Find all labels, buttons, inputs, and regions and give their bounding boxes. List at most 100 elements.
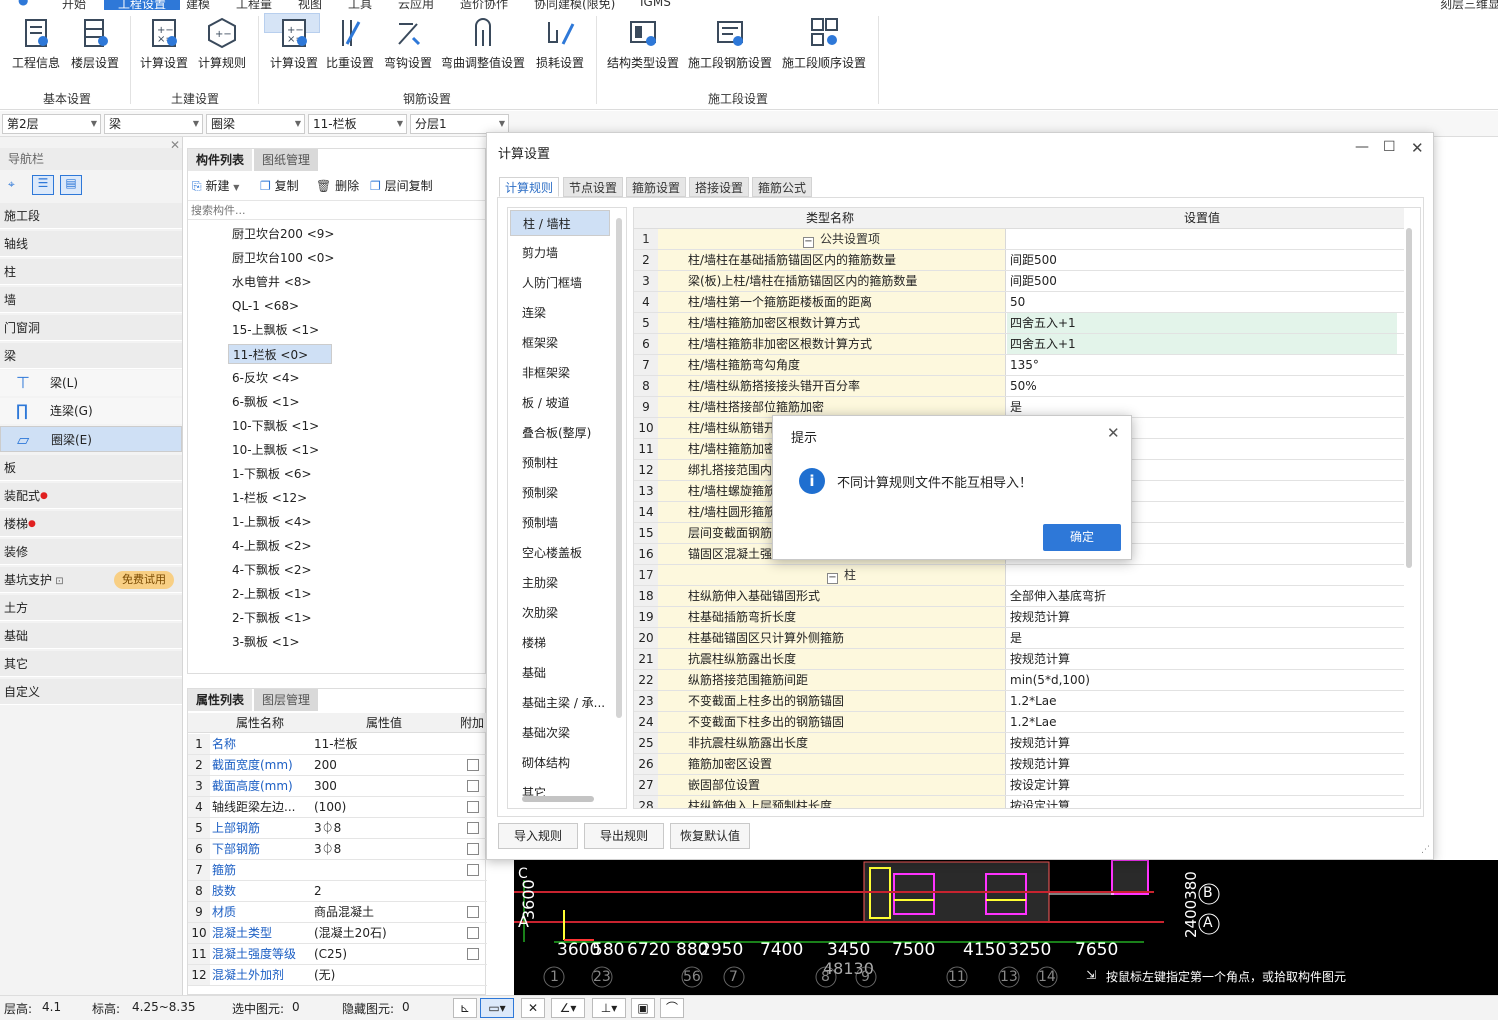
angle-icon[interactable]: ∠▾ [551, 998, 585, 1018]
project-info-button[interactable]: 工程信息 [8, 14, 64, 80]
arc-icon[interactable]: ⌒ [660, 998, 684, 1018]
table-row[interactable]: 4 轴线距梁左边... (100) [188, 797, 487, 818]
table-row[interactable]: 1− 公共设置项 [634, 229, 1404, 250]
table-row[interactable]: 5 上部钢筋 3⏀8 [188, 818, 487, 839]
loss-settings-button[interactable]: 损耗设置 [532, 14, 588, 80]
menu-project-settings[interactable]: 工程设置 [104, 0, 181, 10]
table-row[interactable]: 3 截面高度(mm) 300 [188, 776, 487, 797]
table-row[interactable]: 23 不变截面上柱多出的钢筋锚固 1.2*Lae [634, 691, 1404, 712]
new-button[interactable]: ⎘ 新建 ▼ [192, 177, 239, 194]
table-row[interactable]: 8 肢数 2 [188, 881, 487, 902]
snap-rect-icon[interactable]: ▭▾ [480, 998, 514, 1018]
detail-view-icon[interactable]: ▤ [60, 175, 82, 195]
table-row[interactable]: 8 柱/墙柱纵筋搭接接头错开百分率 50% [634, 376, 1404, 397]
nav-item-slab[interactable]: 板 [0, 455, 182, 481]
list-item[interactable]: 6-飘板 <1> [228, 392, 304, 412]
table-row[interactable]: 21 抗震柱纵筋露出长度 按规范计算 [634, 649, 1404, 670]
table-row[interactable]: 28 柱纵筋伸入上层预制柱长度 按设定计算 [634, 796, 1404, 808]
category-item[interactable]: 预制墙 [510, 510, 610, 536]
weight-settings-button[interactable]: 比重设置 [324, 14, 376, 80]
category-item[interactable]: 次肋梁 [510, 600, 610, 626]
table-row[interactable]: 22 纵筋搭接范围箍筋间距 min(5*d,100) [634, 670, 1404, 691]
nav-item-column[interactable]: 柱 [0, 259, 182, 285]
ortho-icon[interactable]: ⊾ [453, 998, 477, 1018]
menu-cloud[interactable]: 云应用 [398, 0, 434, 10]
resize-grip-icon[interactable]: ⋰ [1421, 845, 1430, 855]
restore-defaults-button[interactable]: 恢复默认值 [670, 823, 750, 849]
tab-layer-management[interactable]: 图层管理 [254, 689, 319, 711]
calc-rules-button[interactable]: +− 计算规则 [194, 14, 250, 80]
checkbox[interactable] [467, 927, 479, 939]
cross-select-icon[interactable]: ✕ [521, 998, 545, 1018]
list-item[interactable]: 1-下飘板 <6> [228, 464, 316, 484]
copy-button[interactable]: ❐ 复制 [260, 177, 299, 194]
checkbox[interactable] [467, 759, 479, 771]
checkbox[interactable] [467, 780, 479, 792]
table-row[interactable]: 12 混凝土外加剂 (无) [188, 965, 487, 986]
collapse-icon[interactable]: − [826, 573, 838, 584]
layer-select[interactable]: 分层1 ▼ [410, 114, 509, 134]
floor-copy-button[interactable]: ❐ 层间复制 [370, 177, 433, 194]
nav-item-decoration[interactable]: 装修 [0, 539, 182, 565]
civil-calc-settings-button[interactable]: +− ×= 计算设置 [136, 14, 192, 80]
cad-canvas[interactable]: 3600 C A B A 2400380 3600 580 6720 880 2… [514, 860, 1498, 995]
menu-tools[interactable]: 工具 [348, 0, 372, 10]
stage-order-settings-button[interactable]: 施工段顺序设置 [778, 14, 870, 80]
category-item[interactable]: 连梁 [510, 300, 610, 326]
checkbox[interactable] [467, 864, 479, 876]
category-item[interactable]: 叠合板(整厚) [510, 420, 610, 446]
list-item[interactable]: 15-上飘板 <1> [228, 320, 323, 340]
table-row[interactable]: 9 材质 商品混凝土 [188, 902, 487, 923]
menu-view[interactable]: 视图 [298, 0, 322, 10]
floor-settings-button[interactable]: 楼层设置 [66, 14, 124, 80]
menu-3d-display[interactable]: 刻层三维显 [1440, 0, 1498, 10]
nav-item-stairs[interactable]: 楼梯● [0, 511, 182, 537]
category-item[interactable]: 人防门框墙 [510, 270, 610, 296]
align-icon[interactable]: ⊥▾ [592, 998, 626, 1018]
rebar-calc-settings-button[interactable]: +− ×= 计算设置 [264, 13, 320, 70]
nav-item-stage[interactable]: 施工段 [0, 203, 182, 229]
table-row[interactable]: 18 柱纵筋伸入基础锚固形式 全部伸入基底弯折 [634, 586, 1404, 607]
close-icon[interactable]: ✕ [170, 138, 180, 152]
tab-node-settings[interactable]: 节点设置 [563, 177, 624, 197]
trial-badge[interactable]: 免费试用 [114, 571, 174, 589]
table-row[interactable]: 10 混凝土类型 (混凝土20石) [188, 923, 487, 944]
table-row[interactable]: 17− 柱 [634, 565, 1404, 586]
list-item[interactable]: 水电管井 <8> [228, 272, 316, 292]
table-row[interactable]: 2 柱/墙柱在基础插筋锚固区内的箍筋数量 间距500 [634, 250, 1404, 271]
list-item[interactable]: 4-上飘板 <2> [228, 536, 316, 556]
list-item[interactable]: 6-反坎 <4> [228, 368, 304, 388]
table-row[interactable]: 4 柱/墙柱第一个箍筋距楼板面的距离 50 [634, 292, 1404, 313]
minimize-icon[interactable]: — [1355, 139, 1369, 155]
category-item[interactable]: 主肋梁 [510, 570, 610, 596]
table-row[interactable]: 27 嵌固部位设置 按设定计算 [634, 775, 1404, 796]
table-row[interactable]: 19 柱基础插筋弯折长度 按规范计算 [634, 607, 1404, 628]
menu-cost-collab[interactable]: 造价协作 [460, 0, 508, 10]
table-row[interactable]: 7 柱/墙柱箍筋弯勾角度 135° [634, 355, 1404, 376]
tab-drawing-management[interactable]: 图纸管理 [254, 149, 319, 171]
category-item[interactable]: 其它 [510, 780, 610, 806]
tab-calc-rules[interactable]: 计算规则 [499, 177, 560, 197]
bend-adjust-settings-button[interactable]: 弯曲调整值设置 [438, 14, 528, 80]
maximize-icon[interactable]: ☐ [1383, 139, 1396, 155]
table-row[interactable]: 1 名称 11-栏板 [188, 734, 487, 755]
list-item[interactable]: 厨卫坎台100 <0> [228, 248, 338, 268]
tab-component-list[interactable]: 构件列表 [188, 149, 253, 171]
list-item[interactable]: 1-栏板 <12> [228, 488, 311, 508]
category-item[interactable]: 板 / 坡道 [510, 390, 610, 416]
category-item[interactable]: 基础 [510, 660, 610, 686]
nav-sub-ring-beam[interactable]: ▱ 圈梁(E) [0, 426, 182, 452]
list-item[interactable]: QL-1 <68> [228, 296, 303, 316]
hook-settings-button[interactable]: 弯钩设置 [380, 14, 436, 80]
menu-modeling[interactable]: 建模 [186, 0, 210, 10]
nav-item-opening[interactable]: 门窗洞 [0, 315, 182, 341]
structure-type-settings-button[interactable]: 结构类型设置 [604, 14, 682, 80]
checkbox[interactable] [467, 822, 479, 834]
nav-item-pit-support[interactable]: 基坑支护 ⊡ 免费试用 [0, 567, 182, 593]
ok-button[interactable]: 确定 [1043, 524, 1121, 551]
menu-igms[interactable]: IGMS [640, 0, 671, 9]
nav-item-other[interactable]: 其它 [0, 651, 182, 677]
table-row[interactable]: 3 梁(板)上柱/墙柱在插筋锚固区内的箍筋数量 间距500 [634, 271, 1404, 292]
nav-item-earthwork[interactable]: 土方 [0, 595, 182, 621]
nav-item-wall[interactable]: 墙 [0, 287, 182, 313]
